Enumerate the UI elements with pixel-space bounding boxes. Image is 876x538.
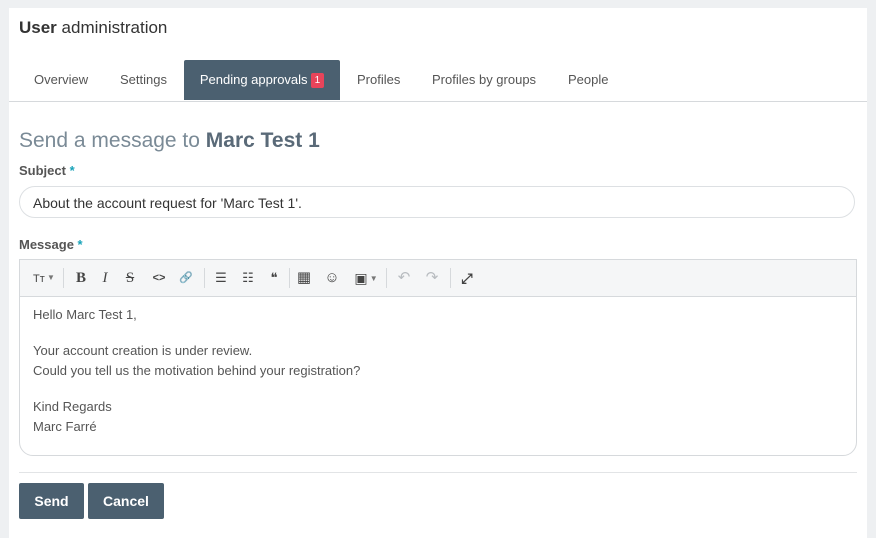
- message-greeting: Hello Marc Test 1,: [33, 307, 137, 322]
- tab-pending-approvals-label: Pending approvals: [199, 72, 308, 87]
- page-title: User administration: [19, 18, 167, 38]
- tab-profiles-by-groups[interactable]: Profiles by groups: [417, 60, 551, 100]
- fullscreen-icon[interactable]: ⤢: [458, 269, 476, 287]
- toolbar-divider: [63, 268, 64, 288]
- message-required-mark: *: [77, 237, 83, 252]
- pending-count-badge: 1: [310, 73, 325, 88]
- toolbar-divider: [450, 268, 451, 288]
- image-caret-icon: ▼: [367, 274, 378, 283]
- table-icon[interactable]: ▦: [295, 269, 313, 287]
- toolbar-divider: [204, 268, 205, 288]
- tab-settings-label: Settings: [120, 72, 167, 87]
- bold-icon[interactable]: B: [72, 269, 90, 287]
- main-panel: User administration Overview Settings Pe…: [9, 8, 867, 538]
- message-editor: Tт ▼ B I S <> 🔗 ☰ ☷ ❝ ▦ ☺ ▣ ▼ ↶ ↷ ⤢ Hell: [19, 259, 857, 456]
- page-title-rest: administration: [61, 18, 168, 37]
- italic-icon[interactable]: I: [96, 269, 114, 287]
- message-line: Your account creation is under review.: [33, 343, 253, 358]
- text-size-caret-icon: ▼: [44, 273, 55, 282]
- text-size-icon[interactable]: Tт ▼: [30, 269, 58, 287]
- message-line: Could you tell us the motivation behind …: [33, 363, 361, 378]
- image-glyph: ▣: [354, 270, 368, 286]
- subject-label-text: Subject: [19, 163, 66, 178]
- quote-icon[interactable]: ❝: [265, 269, 283, 287]
- tab-bar: Overview Settings Pending approvals 1 Pro…: [9, 60, 867, 102]
- send-button[interactable]: Send: [19, 483, 84, 519]
- recipient-name: Marc Test 1: [205, 129, 320, 152]
- emoji-icon[interactable]: ☺: [323, 269, 341, 287]
- link-icon[interactable]: 🔗: [177, 269, 195, 287]
- tab-overview[interactable]: Overview: [19, 60, 103, 100]
- image-icon[interactable]: ▣ ▼: [352, 269, 380, 287]
- tab-profiles[interactable]: Profiles: [342, 60, 415, 100]
- tab-settings[interactable]: Settings: [105, 60, 182, 100]
- page-title-bold: User: [19, 18, 57, 37]
- editor-toolbar: Tт ▼ B I S <> 🔗 ☰ ☷ ❝ ▦ ☺ ▣ ▼ ↶ ↷ ⤢: [20, 260, 856, 297]
- cancel-button[interactable]: Cancel: [88, 483, 164, 519]
- message-closing: Kind Regards: [33, 399, 112, 414]
- message-heading-prefix: Send a message to: [19, 129, 200, 152]
- subject-label: Subject *: [19, 163, 75, 178]
- subject-input[interactable]: About the account request for 'Marc Test…: [19, 186, 855, 218]
- tab-overview-label: Overview: [34, 72, 89, 87]
- code-icon[interactable]: <>: [149, 269, 169, 287]
- message-body[interactable]: Hello Marc Test 1, Your account creation…: [33, 305, 833, 437]
- toolbar-divider: [386, 268, 387, 288]
- tab-pending-approvals[interactable]: Pending approvals 1: [184, 60, 340, 100]
- tab-profiles-label: Profiles: [357, 72, 401, 87]
- message-heading: Send a message to Marc Test 1: [19, 129, 320, 153]
- form-divider: [19, 472, 857, 473]
- text-size-glyph: Tт: [33, 273, 45, 285]
- message-signature: Marc Farré: [33, 419, 97, 434]
- ordered-list-icon[interactable]: ☷: [239, 269, 257, 287]
- redo-icon[interactable]: ↷: [423, 269, 441, 287]
- undo-icon[interactable]: ↶: [395, 269, 413, 287]
- message-label-text: Message: [19, 237, 74, 252]
- message-label: Message *: [19, 237, 83, 252]
- tab-people-label: People: [568, 72, 609, 87]
- tab-people[interactable]: People: [553, 60, 623, 100]
- subject-required-mark: *: [69, 163, 75, 178]
- tab-profiles-by-groups-label: Profiles by groups: [432, 72, 537, 87]
- toolbar-divider: [289, 268, 290, 288]
- strikethrough-icon[interactable]: S: [121, 269, 139, 287]
- bullet-list-icon[interactable]: ☰: [212, 269, 230, 287]
